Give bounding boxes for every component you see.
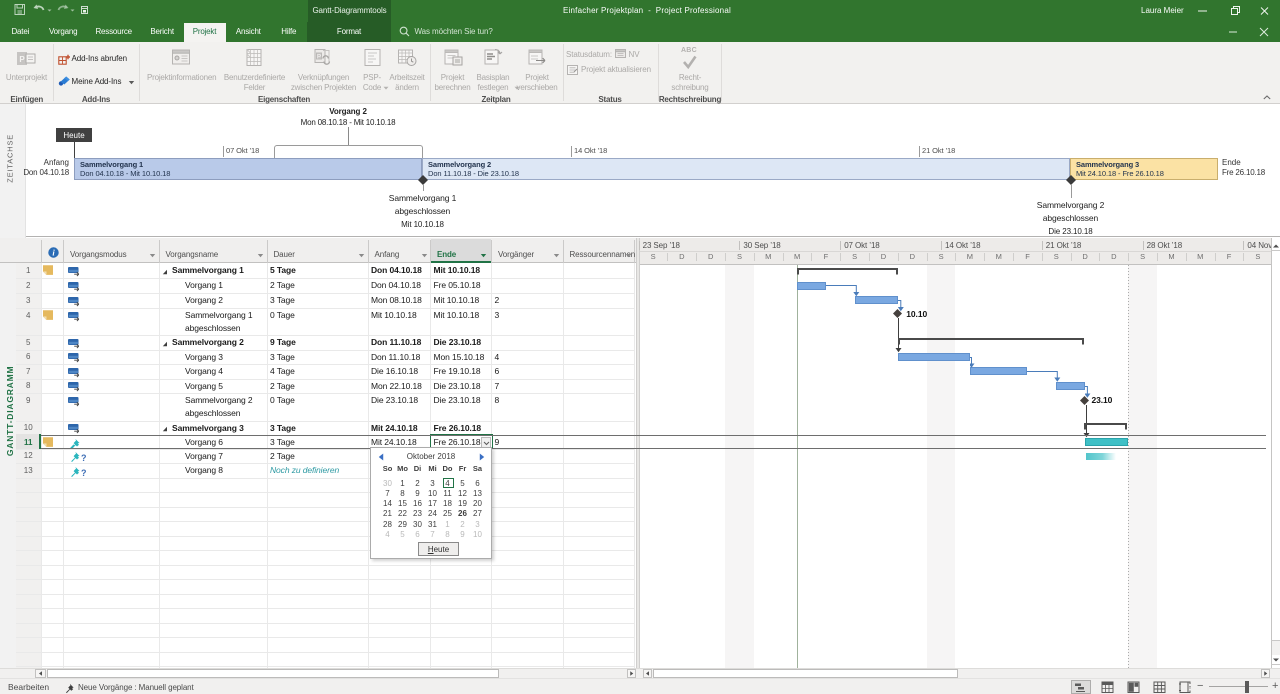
svg-text:P: P: [19, 55, 25, 64]
svg-text:?: ?: [81, 453, 87, 463]
svg-text:?: ?: [81, 468, 87, 478]
svg-text:P: P: [317, 55, 321, 61]
